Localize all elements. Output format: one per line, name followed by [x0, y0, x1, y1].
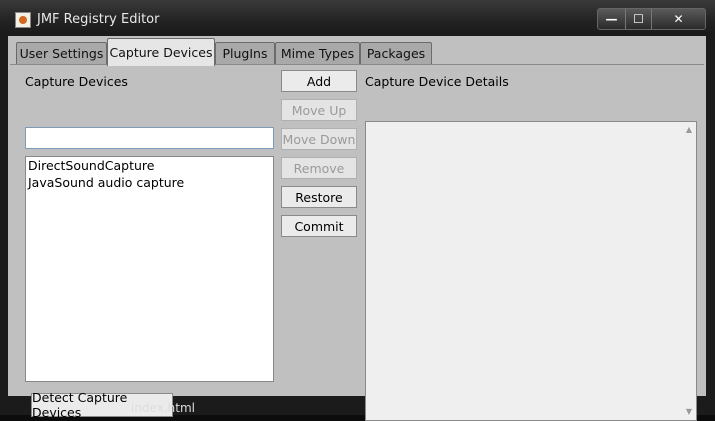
add-button[interactable]: Add [281, 70, 357, 92]
capture-devices-panel: Capture Devices DirectSoundCapture JavaS… [10, 64, 704, 421]
move-down-button[interactable]: Move Down [281, 128, 357, 150]
capture-device-input[interactable] [25, 127, 274, 149]
scroll-up-arrow-icon[interactable]: ▲ [684, 125, 694, 135]
window-controls: — ☐ ✕ [597, 8, 706, 30]
window-title: JMF Registry Editor [37, 12, 160, 27]
tab-mime-types[interactable]: Mime Types [275, 42, 360, 64]
list-item[interactable]: JavaSound audio capture [26, 174, 273, 191]
close-button[interactable]: ✕ [652, 9, 705, 29]
window-content: User Settings Capture Devices PlugIns Mi… [8, 36, 706, 421]
title-bar[interactable]: JMF Registry Editor — ☐ ✕ [0, 0, 715, 36]
tab-capture-devices[interactable]: Capture Devices [107, 38, 215, 66]
capture-device-details-area[interactable]: ▲ ▼ [365, 121, 697, 421]
tab-user-settings[interactable]: User Settings [16, 42, 107, 64]
tab-packages[interactable]: Packages [360, 42, 432, 64]
tab-plugins[interactable]: PlugIns [215, 42, 275, 64]
list-item[interactable]: DirectSoundCapture [26, 157, 273, 174]
remove-button[interactable]: Remove [281, 157, 357, 179]
scroll-down-arrow-icon[interactable]: ▼ [684, 407, 694, 417]
move-up-button[interactable]: Move Up [281, 99, 357, 121]
minimize-button[interactable]: — [598, 9, 626, 29]
capture-devices-label: Capture Devices [25, 74, 128, 89]
app-window: JMF Registry Editor — ☐ ✕ User Settings … [0, 0, 715, 421]
commit-button[interactable]: Commit [281, 215, 357, 237]
taskbar-filename: index.html [131, 401, 195, 415]
maximize-button[interactable]: ☐ [626, 9, 652, 29]
restore-button[interactable]: Restore [281, 186, 357, 208]
capture-devices-list[interactable]: DirectSoundCapture JavaSound audio captu… [25, 156, 274, 382]
capture-device-details-label: Capture Device Details [365, 74, 509, 89]
details-scrollbar[interactable]: ▲ ▼ [682, 122, 696, 420]
java-app-icon [15, 12, 31, 28]
